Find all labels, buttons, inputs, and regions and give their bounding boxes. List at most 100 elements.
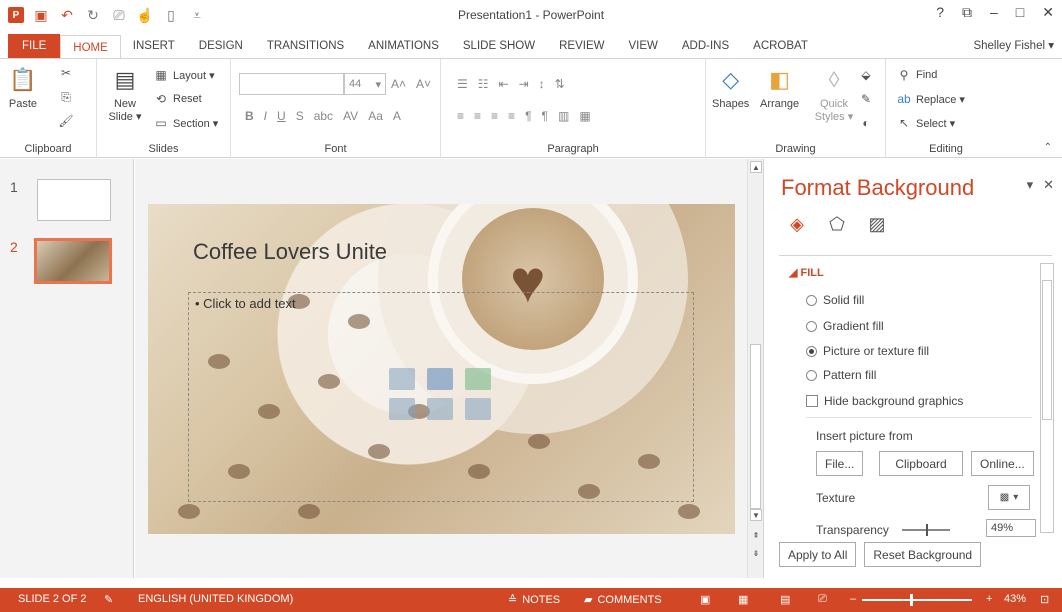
- minimize-icon[interactable]: –: [990, 4, 998, 21]
- close-icon[interactable]: ✕: [1042, 4, 1054, 21]
- tab-home[interactable]: HOME: [60, 35, 121, 59]
- picture-icon[interactable]: ▨: [866, 213, 888, 235]
- notes-button[interactable]: ≙ NOTES: [508, 593, 560, 607]
- align-left-icon[interactable]: ≡: [457, 109, 464, 123]
- copy-button[interactable]: ⎘: [58, 87, 74, 107]
- tab-review[interactable]: REVIEW: [547, 34, 616, 58]
- fill-icon[interactable]: ◈: [786, 213, 808, 235]
- slide-canvas[interactable]: ♥ Coffee Lovers Unite • Click to add tex…: [148, 204, 735, 534]
- bold-icon[interactable]: B: [245, 109, 254, 123]
- content-placeholder[interactable]: • Click to add text: [188, 292, 694, 502]
- align-right-icon[interactable]: ≡: [491, 109, 498, 123]
- texture-picker[interactable]: ▩ ▾: [988, 485, 1030, 510]
- arrange-button[interactable]: ◧ Arrange: [760, 65, 799, 110]
- increase-indent-icon[interactable]: ⇥: [519, 77, 529, 91]
- ltr-icon[interactable]: ¶: [525, 109, 531, 123]
- char-spacing-icon[interactable]: AV: [343, 109, 358, 123]
- tab-design[interactable]: DESIGN: [187, 34, 255, 58]
- slide-show-icon[interactable]: ⎚: [818, 593, 827, 606]
- zoom-in-icon[interactable]: +: [986, 593, 992, 605]
- numbering-icon[interactable]: ☷: [478, 77, 489, 91]
- line-spacing-icon[interactable]: ↕: [539, 77, 545, 91]
- select-button[interactable]: ↖ Select ▾: [896, 113, 955, 133]
- align-center-icon[interactable]: ≡: [474, 109, 481, 123]
- fit-slide-icon[interactable]: ⊡: [1040, 593, 1049, 606]
- scroll-down-icon[interactable]: ▼: [750, 509, 762, 521]
- tab-insert[interactable]: INSERT: [121, 34, 187, 58]
- columns-icon[interactable]: ▥: [558, 109, 569, 123]
- help-icon[interactable]: ?: [936, 4, 944, 21]
- text-direction-icon[interactable]: ⇅: [555, 77, 565, 91]
- font-color-icon[interactable]: A: [393, 109, 401, 123]
- rtl-icon[interactable]: ¶: [542, 109, 548, 123]
- radio-button-selected[interactable]: [806, 345, 817, 357]
- font-name-box[interactable]: [239, 73, 344, 95]
- underline-icon[interactable]: U: [277, 109, 286, 123]
- tab-animations[interactable]: ANIMATIONS: [356, 34, 451, 58]
- previous-slide-icon[interactable]: ⇞: [750, 529, 762, 541]
- shape-outline-button[interactable]: ✎: [858, 89, 874, 109]
- checkbox[interactable]: [806, 395, 818, 407]
- transparency-slider[interactable]: [902, 524, 950, 536]
- decrease-indent-icon[interactable]: ⇤: [499, 77, 509, 91]
- strikethrough-icon[interactable]: abc: [314, 109, 333, 123]
- insert-picture-icon[interactable]: [389, 398, 415, 420]
- insert-table-icon[interactable]: [389, 368, 415, 390]
- insert-chart-icon[interactable]: [427, 368, 453, 390]
- format-painter-button[interactable]: 🖌: [58, 111, 74, 131]
- smartart-icon[interactable]: ▦: [579, 109, 590, 123]
- shadow-icon[interactable]: S: [296, 109, 304, 123]
- maximize-icon[interactable]: □: [1016, 4, 1024, 21]
- cut-button[interactable]: ✂: [58, 63, 74, 83]
- bullets-icon[interactable]: ☰: [457, 77, 468, 91]
- replace-button[interactable]: ab Replace ▾: [896, 89, 965, 109]
- slide-thumbnail-1[interactable]: [37, 179, 111, 221]
- normal-view-icon[interactable]: ▣: [700, 593, 710, 606]
- file-button[interactable]: File...: [816, 451, 864, 476]
- collapse-ribbon-icon[interactable]: ⌃: [1044, 142, 1052, 153]
- editor-vertical-scrollbar[interactable]: ▲ ▼ ⇞ ⇟: [747, 159, 763, 578]
- reading-view-icon[interactable]: ▤: [780, 593, 790, 606]
- scroll-thumb[interactable]: [750, 344, 761, 509]
- slide-thumbnail-2[interactable]: [34, 238, 112, 284]
- insert-video-icon[interactable]: [465, 398, 491, 420]
- quick-styles-button[interactable]: ◊ Quick Styles ▾: [812, 65, 856, 123]
- zoom-slider-thumb[interactable]: [910, 594, 913, 606]
- online-button[interactable]: Online...: [971, 451, 1034, 476]
- pattern-fill-option[interactable]: Pattern fill: [806, 368, 876, 382]
- tab-acrobat[interactable]: ACROBAT: [741, 34, 820, 58]
- insert-online-picture-icon[interactable]: [427, 398, 453, 420]
- find-button[interactable]: ⚲ Find: [896, 65, 938, 85]
- new-slide-button[interactable]: ▤ New Slide ▾: [105, 65, 145, 123]
- radio-button[interactable]: [806, 320, 817, 332]
- justify-icon[interactable]: ≡: [508, 109, 515, 123]
- font-size-box[interactable]: 44 ▾: [344, 73, 386, 95]
- pane-scrollbar[interactable]: [1040, 263, 1054, 533]
- reset-background-button[interactable]: Reset Background: [864, 542, 982, 567]
- zoom-slider[interactable]: [862, 594, 972, 606]
- user-account[interactable]: Shelley Fishel ▾: [973, 38, 1054, 52]
- tab-view[interactable]: VIEW: [616, 34, 669, 58]
- shape-effects-button[interactable]: ◐: [858, 113, 874, 133]
- pane-close-icon[interactable]: ✕: [1043, 177, 1054, 193]
- italic-icon[interactable]: I: [264, 109, 267, 123]
- tab-transitions[interactable]: TRANSITIONS: [255, 34, 356, 58]
- shrink-font-icon[interactable]: A˅: [416, 77, 431, 91]
- tab-add-ins[interactable]: ADD-INS: [670, 34, 741, 58]
- next-slide-icon[interactable]: ⇟: [750, 547, 762, 559]
- slide-title[interactable]: Coffee Lovers Unite: [193, 239, 387, 265]
- change-case-icon[interactable]: Aa: [368, 109, 383, 123]
- radio-button[interactable]: [806, 294, 817, 306]
- pane-options-icon[interactable]: ▾: [1027, 177, 1034, 193]
- radio-button[interactable]: [806, 369, 817, 381]
- zoom-out-icon[interactable]: –: [850, 593, 856, 605]
- section-button[interactable]: ▭ Section ▾: [153, 113, 218, 133]
- insert-smartart-icon[interactable]: [465, 368, 491, 390]
- grow-font-icon[interactable]: A˄: [391, 77, 406, 91]
- clipboard-button[interactable]: Clipboard: [879, 451, 963, 476]
- language-indicator[interactable]: ENGLISH (UNITED KINGDOM): [138, 593, 293, 605]
- spellcheck-icon[interactable]: ✎: [104, 593, 113, 606]
- hide-graphics-option[interactable]: Hide background graphics: [806, 394, 963, 408]
- solid-fill-option[interactable]: Solid fill: [806, 293, 864, 307]
- scroll-up-icon[interactable]: ▲: [750, 161, 762, 173]
